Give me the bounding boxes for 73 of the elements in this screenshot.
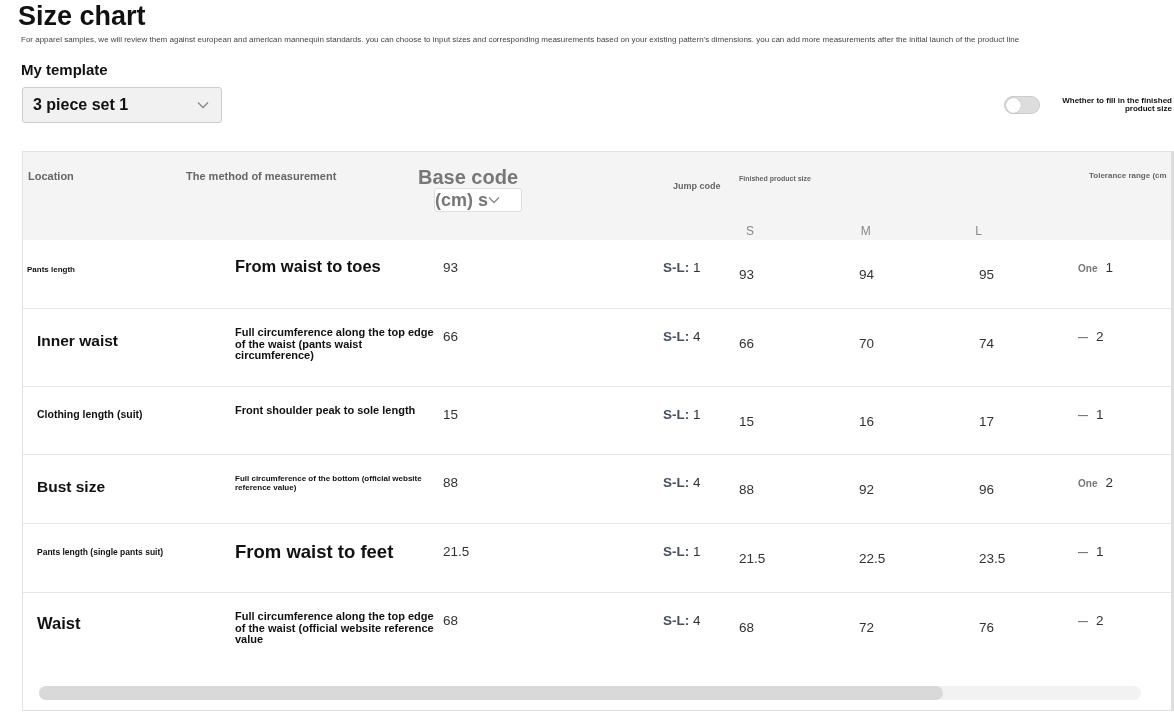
tolerance-cell-text: 2 [1105, 474, 1113, 493]
toggle-label: Whether to fill in the finished product size [1062, 96, 1172, 115]
tolerance-prefix: — [1078, 615, 1088, 630]
tolerance-cell-text: 1 [1096, 543, 1104, 562]
size-cell: 72 [859, 620, 875, 636]
size-cell: 94 [859, 267, 875, 283]
location-cell: Bust size [37, 478, 106, 496]
jump-cell: S-L: 4 [663, 329, 701, 345]
jump-cell: S-L: 4 [663, 613, 701, 629]
size-cell: 17 [979, 414, 995, 430]
size-cell: 66 [739, 336, 755, 352]
size-cell: 74 [979, 336, 995, 352]
method-cell: Full circumference along the top edge of the waist (pants waist circumference) [235, 326, 434, 362]
base-cell: 88 [443, 475, 459, 491]
method-cell: From waist to feet [235, 541, 394, 563]
base-cell: 66 [443, 329, 459, 345]
tolerance-prefix: One [1078, 262, 1098, 277]
tolerance-cell-text: 2 [1096, 612, 1104, 631]
tolerance-prefix: — [1078, 546, 1088, 561]
size-cell: 22.5 [859, 551, 886, 567]
method-cell: Full circumference of the bottom (official website reference value) [235, 474, 422, 492]
jump-cell: S-L: 1 [663, 260, 701, 276]
column-header: Jump code [673, 181, 721, 192]
chevron-down-icon [488, 196, 500, 205]
size-cell: 16 [859, 414, 875, 430]
size-cell: 68 [739, 620, 755, 636]
location-cell: Pants length [27, 265, 75, 275]
tolerance-prefix: One [1078, 477, 1098, 492]
location-cell: Pants length (single pants suit) [37, 547, 164, 558]
base-cell: 68 [443, 613, 459, 629]
size-header: S [746, 224, 754, 239]
size-header: L [975, 224, 983, 239]
size-cell: 15 [739, 414, 755, 430]
template-select[interactable]: 3 piece set 1 [22, 87, 222, 124]
location-cell: Clothing length (suit) [37, 408, 143, 421]
tolerance-prefix: — [1078, 331, 1088, 346]
size-cell: 76 [979, 620, 995, 636]
jump-cell: S-L: 4 [663, 475, 701, 491]
size-cell: 95 [979, 267, 995, 283]
column-header: Location [27, 169, 75, 185]
chevron-down-icon [197, 101, 209, 110]
size-cell: 92 [859, 482, 875, 498]
tolerance-cell-text: 1 [1096, 406, 1104, 425]
size-cell: 88 [739, 482, 755, 498]
page-title: Size chart [18, 0, 147, 32]
column-header: Base code [418, 166, 520, 189]
jump-cell: S-L: 1 [663, 544, 701, 560]
base-cell: 93 [443, 260, 459, 276]
size-cell: 21.5 [739, 551, 766, 567]
base-cell: 21.5 [443, 544, 470, 560]
method-cell: From waist to toes [235, 257, 381, 276]
tolerance-prefix: — [1078, 409, 1088, 424]
tolerance-cell-text: 1 [1105, 259, 1113, 278]
method-cell: Full circumference along the top edge of the waist (official website reference value [235, 610, 434, 646]
tolerance-cell-text: 2 [1096, 328, 1104, 347]
size-cell: 96 [979, 482, 995, 498]
base-cell: 15 [443, 407, 459, 423]
location-cell: Waist [37, 614, 81, 633]
size-header: M [860, 224, 871, 239]
column-header: The method of measurement [185, 169, 338, 185]
scrollbar-thumb[interactable] [39, 686, 943, 701]
location-cell: Inner waist [37, 332, 118, 350]
column-header: Tolerance range (cm [1089, 171, 1167, 181]
horizontal-scrollbar[interactable] [39, 686, 1141, 701]
description-text: For apparel samples, we will review them against european and american mannequin standards. you can choose to input sizes and corresponding measurements based on your existing pattern's dimensions. you can add more measurements after the initial launch of the product line [21, 36, 1021, 45]
method-cell: Front shoulder peak to sole length [235, 404, 416, 417]
size-cell: 93 [739, 267, 755, 283]
template-label: My template [21, 59, 109, 80]
size-cell: 70 [859, 336, 875, 352]
jump-cell: S-L: 1 [663, 407, 701, 423]
toggle-switch[interactable] [1004, 96, 1040, 115]
size-cell: 23.5 [979, 551, 1006, 567]
unit-select[interactable]: (cm) s [434, 188, 522, 213]
